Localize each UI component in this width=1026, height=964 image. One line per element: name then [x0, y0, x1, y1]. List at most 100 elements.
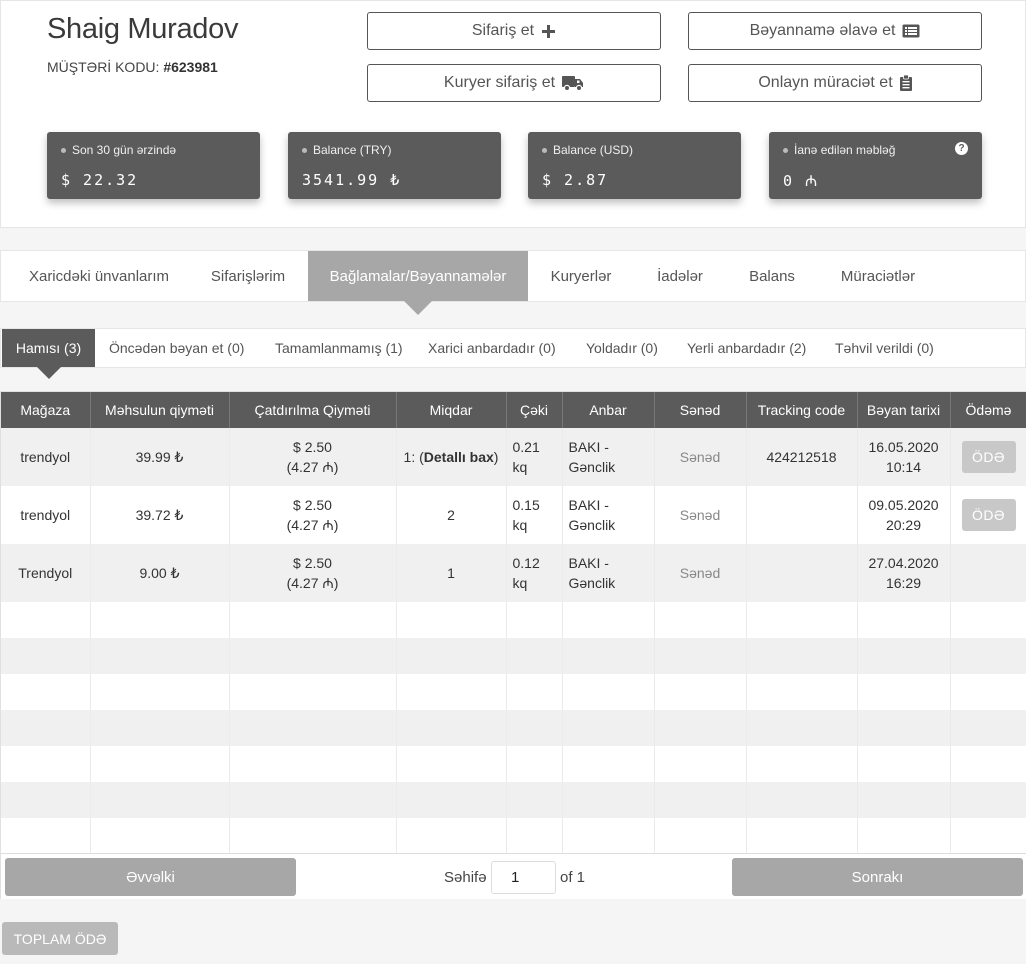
pay-total-button[interactable]: TOPLAM ÖDƏ — [2, 922, 118, 955]
stat-balance-try: Balance (TRY) 3541.99 ₺ — [288, 132, 501, 199]
cell-warehouse: BAKI - Gənclik — [562, 428, 655, 486]
tab-orders[interactable]: Sifarişlərim — [197, 251, 299, 301]
customer-header: Shaig Muradov MÜŞTƏRİ KODU: #623981 Sifa… — [0, 0, 1026, 228]
customer-code-value: #623981 — [163, 59, 218, 75]
shipping-azn: (4.27 ₼) — [286, 517, 339, 533]
cell-date: 27.04.2020 16:29 — [857, 544, 951, 602]
previous-page-button[interactable]: Əvvəlki — [5, 858, 296, 896]
warehouse-branch: Gənclik — [568, 459, 616, 475]
cell-weight: 0.15 kq — [506, 486, 563, 544]
document-link[interactable]: Sənəd — [654, 544, 747, 602]
order-button-label: Sifariş et — [471, 22, 535, 39]
warehouse-city: BAKI - — [568, 555, 609, 571]
next-page-button[interactable]: Sonrakı — [732, 858, 1023, 896]
empty-row — [1, 710, 1026, 746]
online-request-button-label: Onlayn müraciət et — [758, 74, 893, 91]
cell-price: 39.99 ₺ — [90, 428, 230, 486]
table-row: trendyol 39.72 ₺ $ 2.50 (4.27 ₼) 2 0.15 kq… — [1, 486, 1026, 544]
page-count: of 1 — [560, 869, 586, 886]
tab-foreign-addresses[interactable]: Xaricdəki ünvanlarım — [9, 251, 189, 301]
tab-balance[interactable]: Balans — [735, 251, 809, 301]
weight-unit: kq — [512, 517, 528, 533]
date-value: 27.04.2020 — [868, 555, 939, 571]
empty-row — [1, 674, 1026, 710]
tab-requests[interactable]: Müraciətlər — [827, 251, 929, 301]
stat-balance-usd: Balance (USD) $ 2.87 — [528, 132, 741, 199]
document-link[interactable]: Sənəd — [654, 428, 747, 486]
cell-weight: 0.12 kq — [506, 544, 563, 602]
status-tab-pre-declare[interactable]: Öncədən bəyan et (0) — [109, 329, 244, 367]
cell-quantity: 1: (Detallı bax) — [396, 428, 507, 486]
table-row: trendyol 39.99 ₺ $ 2.50 (4.27 ₼) 1: (Deta… — [1, 428, 1026, 486]
cell-tracking: 424212518 — [746, 428, 858, 486]
page-number-input[interactable] — [491, 861, 556, 894]
stat-label: İanə edilən məbləğ — [794, 143, 896, 157]
cell-warehouse: BAKI - Gənclik — [562, 486, 655, 544]
question-circle-icon[interactable]: ? — [955, 142, 968, 155]
status-tab-in-transit[interactable]: Yoldadır (0) — [586, 329, 658, 367]
col-declaration-date[interactable]: Bəyan tarixi — [857, 392, 951, 428]
tab-returns[interactable]: İadələr — [643, 251, 717, 301]
stat-value: 3541.99 ₺ — [302, 171, 402, 189]
cell-payment: ÖDƏ — [950, 486, 1026, 544]
order-button[interactable]: Sifariş et — [367, 12, 661, 50]
empty-row — [1, 782, 1026, 818]
list-alt-icon — [902, 24, 920, 38]
stat-donated-amount: İanə edilən məbləğ ? 0 ₼ — [769, 132, 982, 199]
col-product-price[interactable]: Məhsulun qiyməti — [90, 392, 230, 428]
time-value: 10:14 — [885, 459, 922, 475]
warehouse-city: BAKI - — [568, 439, 609, 455]
cell-tracking — [746, 486, 858, 544]
cell-tracking — [746, 544, 858, 602]
empty-row — [1, 746, 1026, 782]
warehouse-branch: Gənclik — [568, 575, 616, 591]
stat-label: Balance (TRY) — [313, 143, 392, 157]
weight-value: 0.21 — [512, 439, 540, 455]
col-payment[interactable]: Ödəmə — [950, 392, 1026, 428]
col-weight[interactable]: Çəki — [506, 392, 563, 428]
cell-weight: 0.21 kq — [506, 428, 563, 486]
cell-shipping: $ 2.50 (4.27 ₼) — [229, 428, 397, 486]
customer-code-label: MÜŞTƏRİ KODU: — [47, 59, 160, 75]
cell-date: 09.05.2020 20:29 — [857, 486, 951, 544]
pay-button[interactable]: ÖDƏ — [961, 499, 1016, 531]
cell-warehouse: BAKI - Gənclik — [562, 544, 655, 602]
cell-quantity: 1 — [396, 544, 507, 602]
status-tab-foreign-warehouse[interactable]: Xarici anbardadır (0) — [428, 329, 556, 367]
shipping-usd: $ 2.50 — [293, 439, 332, 455]
shipping-azn: (4.27 ₼) — [286, 459, 339, 475]
status-tab-local-warehouse[interactable]: Yerli anbardadır (2) — [687, 329, 806, 367]
warehouse-branch: Gənclik — [568, 517, 616, 533]
tab-packages-declarations[interactable]: Bağlamalar/Bəyannamələr — [308, 251, 528, 315]
status-tab-delivered[interactable]: Təhvil verildi (0) — [835, 329, 934, 367]
status-tab-all[interactable]: Hamısı (3) — [2, 329, 95, 379]
status-tab-incomplete[interactable]: Tamamlanmamış (1) — [275, 329, 403, 367]
pay-button[interactable]: ÖDƏ — [961, 441, 1016, 473]
stat-value: $ 2.87 — [542, 171, 609, 189]
warehouse-city: BAKI - — [568, 497, 609, 513]
col-tracking-code[interactable]: Tracking code — [746, 392, 858, 428]
cell-price: 39.72 ₺ — [90, 486, 230, 544]
add-declaration-button[interactable]: Bəyannamə əlavə et — [688, 12, 982, 50]
bullet-icon — [783, 147, 788, 153]
col-warehouse[interactable]: Anbar — [562, 392, 655, 428]
truck-icon — [562, 75, 584, 91]
courier-order-button[interactable]: Kuryer sifariş et — [367, 64, 661, 102]
customer-name: Shaig Muradov — [47, 13, 239, 45]
shipping-usd: $ 2.50 — [293, 555, 332, 571]
online-request-button[interactable]: Onlayn müraciət et — [688, 64, 982, 102]
col-store[interactable]: Mağaza — [1, 392, 91, 428]
col-shipping-price[interactable]: Çatdırılma Qiyməti — [229, 392, 397, 428]
time-value: 16:29 — [885, 575, 922, 591]
document-link[interactable]: Sənəd — [654, 486, 747, 544]
col-quantity[interactable]: Miqdar — [396, 392, 507, 428]
col-document[interactable]: Sənəd — [654, 392, 747, 428]
customer-code: MÜŞTƏRİ KODU: #623981 — [47, 59, 218, 75]
empty-row — [1, 818, 1026, 854]
time-value: 20:29 — [885, 517, 922, 533]
tab-couriers[interactable]: Kuryerlər — [537, 251, 625, 301]
status-tabs: Hamısı (3) Öncədən bəyan et (0) Tamamlan… — [0, 328, 1026, 379]
weight-unit: kq — [512, 459, 528, 475]
details-link[interactable]: Detallı bax — [424, 449, 494, 465]
qty-suffix: ) — [493, 449, 499, 465]
